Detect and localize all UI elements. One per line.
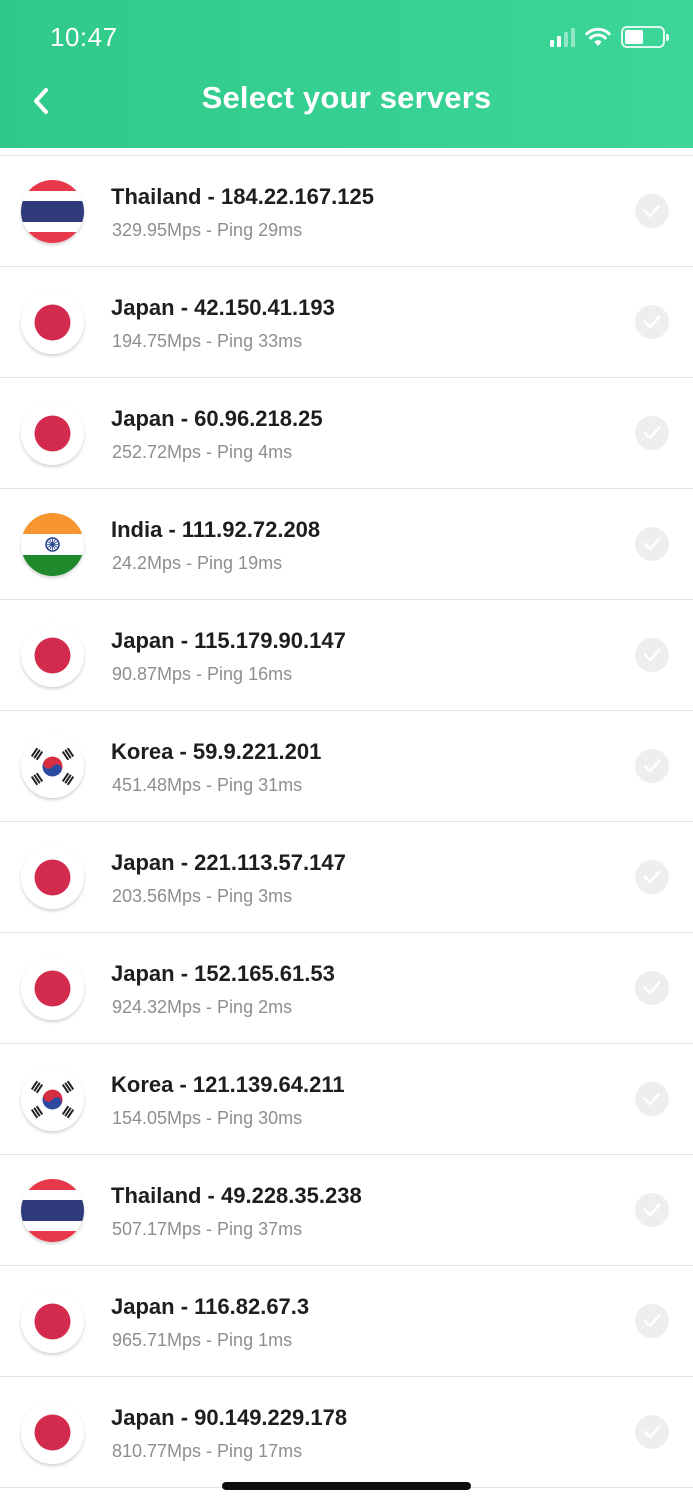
select-server-checkbox[interactable] (635, 416, 669, 450)
select-server-checkbox[interactable] (635, 971, 669, 1005)
checkmark-icon (643, 204, 661, 218)
checkmark-icon (643, 315, 661, 329)
cellular-signal-icon (550, 27, 575, 47)
status-icons (550, 24, 669, 50)
server-row[interactable]: Japan - 115.179.90.147 90.87Mps - Ping 16… (0, 600, 693, 711)
japan-flag-icon (21, 846, 84, 909)
korea-flag-icon (21, 1068, 84, 1131)
japan-flag-icon (21, 624, 84, 687)
server-stats: 252.72Mps - Ping 4ms (112, 442, 293, 462)
server-stats: 203.56Mps - Ping 3ms (112, 886, 293, 906)
server-name: Korea - 121.139.64.211 (111, 1072, 345, 1097)
server-row[interactable]: Thailand - 184.22.167.125 329.95Mps - Pin… (0, 156, 693, 267)
server-name: Korea - 59.9.221.201 (111, 739, 322, 764)
server-row[interactable]: Korea - 121.139.64.211 154.05Mps - Ping 3… (0, 1044, 693, 1155)
japan-flag-icon (21, 291, 84, 354)
server-name: Japan - 221.113.57.147 (111, 850, 346, 875)
japan-flag-icon (21, 402, 84, 465)
thailand-flag-icon (21, 1179, 84, 1242)
server-name: India - 111.92.72.208 (111, 517, 321, 542)
checkmark-icon (643, 981, 661, 995)
server-stats: 507.17Mps - Ping 37ms (112, 1219, 303, 1239)
server-name: Thailand - 49.228.35.238 (111, 1183, 362, 1208)
server-row[interactable]: Japan - 90.149.229.178 810.77Mps - Ping 1… (0, 1377, 693, 1488)
server-stats: 810.77Mps - Ping 17ms (112, 1441, 303, 1461)
checkmark-icon (643, 426, 661, 440)
server-stats: 90.87Mps - Ping 16ms (112, 664, 293, 684)
server-stats: 194.75Mps - Ping 33ms (112, 331, 303, 351)
checkmark-icon (643, 1092, 661, 1106)
server-row[interactable]: Thailand - 49.228.35.238 507.17Mps - Ping… (0, 1155, 693, 1266)
battery-icon (621, 26, 669, 48)
app-header: 10:47 Select your servers (0, 0, 693, 148)
server-name: Japan - 90.149.229.178 (111, 1405, 348, 1430)
server-list: Thailand - 184.22.167.125 329.95Mps - Pin… (0, 155, 693, 1488)
server-row[interactable]: Japan - 116.82.67.3 965.71Mps - Ping 1ms (0, 1266, 693, 1377)
select-server-checkbox[interactable] (635, 305, 669, 339)
server-row[interactable]: Japan - 60.96.218.25 252.72Mps - Ping 4ms (0, 378, 693, 489)
server-stats: 924.32Mps - Ping 2ms (112, 997, 293, 1017)
select-server-checkbox[interactable] (635, 527, 669, 561)
server-stats: 329.95Mps - Ping 29ms (112, 220, 303, 240)
status-time: 10:47 (50, 22, 118, 52)
server-row[interactable]: India - 111.92.72.208 24.2Mps - Ping 19ms (0, 489, 693, 600)
wifi-icon (585, 27, 611, 46)
checkmark-icon (643, 759, 661, 773)
checkmark-icon (643, 1203, 661, 1217)
select-server-checkbox[interactable] (635, 1415, 669, 1449)
server-name: Japan - 152.165.61.53 (111, 961, 335, 986)
server-row[interactable]: Japan - 221.113.57.147 203.56Mps - Ping 3… (0, 822, 693, 933)
japan-flag-icon (21, 1401, 84, 1464)
select-server-checkbox[interactable] (635, 1082, 669, 1116)
select-server-checkbox[interactable] (635, 860, 669, 894)
checkmark-icon (643, 1314, 661, 1328)
japan-flag-icon (21, 1290, 84, 1353)
server-name: Japan - 115.179.90.147 (111, 628, 346, 653)
japan-flag-icon (21, 957, 84, 1020)
select-server-checkbox[interactable] (635, 1193, 669, 1227)
server-row[interactable]: Japan - 152.165.61.53 924.32Mps - Ping 2m… (0, 933, 693, 1044)
korea-flag-icon (21, 735, 84, 798)
checkmark-icon (643, 537, 661, 551)
server-row[interactable]: Japan - 42.150.41.193 194.75Mps - Ping 33… (0, 267, 693, 378)
server-row[interactable]: Korea - 59.9.221.201 451.48Mps - Ping 31m… (0, 711, 693, 822)
server-stats: 24.2Mps - Ping 19ms (112, 553, 283, 573)
thailand-flag-icon (21, 180, 84, 243)
select-server-checkbox[interactable] (635, 194, 669, 228)
server-stats: 154.05Mps - Ping 30ms (112, 1108, 303, 1128)
page-title: Select your servers (201, 80, 492, 115)
server-name: Thailand - 184.22.167.125 (111, 184, 374, 209)
home-indicator[interactable] (222, 1482, 471, 1490)
india-flag-icon (21, 513, 84, 576)
select-server-checkbox[interactable] (635, 749, 669, 783)
checkmark-icon (643, 870, 661, 884)
server-name: Japan - 60.96.218.25 (111, 406, 323, 431)
checkmark-icon (643, 648, 661, 662)
checkmark-icon (643, 1425, 661, 1439)
server-name: Japan - 42.150.41.193 (111, 295, 335, 320)
server-name: Japan - 116.82.67.3 (111, 1294, 310, 1319)
server-stats: 965.71Mps - Ping 1ms (112, 1330, 293, 1350)
select-server-checkbox[interactable] (635, 1304, 669, 1338)
select-server-checkbox[interactable] (635, 638, 669, 672)
server-stats: 451.48Mps - Ping 31ms (112, 775, 303, 795)
